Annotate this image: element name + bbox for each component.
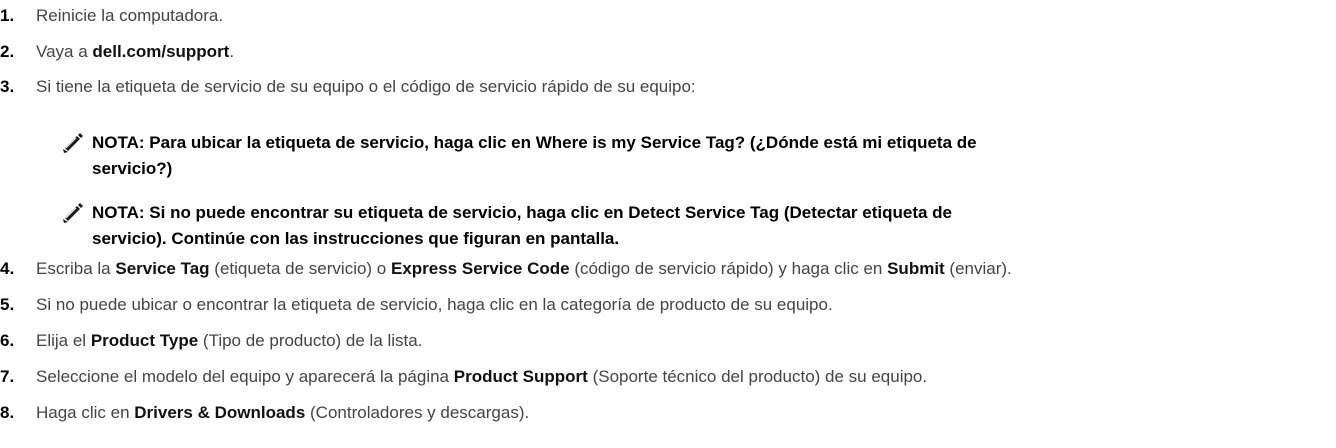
step-text: Vaya a dell.com/support. <box>36 42 235 61</box>
pencil-note-icon <box>62 132 84 154</box>
step-text: Reinicie la computadora. <box>36 6 224 25</box>
support-link[interactable]: dell.com/support <box>92 42 229 61</box>
step-text: Seleccione el modelo del equipo y aparec… <box>36 367 928 386</box>
step-number: 5. <box>0 295 15 314</box>
step-number: 6. <box>0 331 15 350</box>
step-text: Elija el Product Type (Tipo de producto)… <box>36 331 423 350</box>
step-text: Escriba la Service Tag (etiqueta de serv… <box>36 259 1012 278</box>
step-number: 7. <box>0 367 15 386</box>
step-number: 1. <box>0 6 15 25</box>
step-number: 3. <box>0 77 15 96</box>
step-text: Si no puede ubicar o encontrar la etique… <box>36 295 833 314</box>
note-text: NOTA: Para ubicar la etiqueta de servici… <box>92 133 977 178</box>
note-text: NOTA: Si no puede encontrar su etiqueta … <box>92 203 953 248</box>
step-number: 8. <box>0 403 15 422</box>
step-text: Haga clic en Drivers & Downloads (Contro… <box>36 403 530 422</box>
step-number: 2. <box>0 42 15 61</box>
note-block: NOTA: Si no puede encontrar su etiqueta … <box>62 200 1312 252</box>
step-number: 4. <box>0 259 15 278</box>
step-text: Si tiene la etiqueta de servicio de su e… <box>36 77 696 96</box>
pencil-note-icon <box>62 202 84 224</box>
note-block: NOTA: Para ubicar la etiqueta de servici… <box>62 130 1312 182</box>
